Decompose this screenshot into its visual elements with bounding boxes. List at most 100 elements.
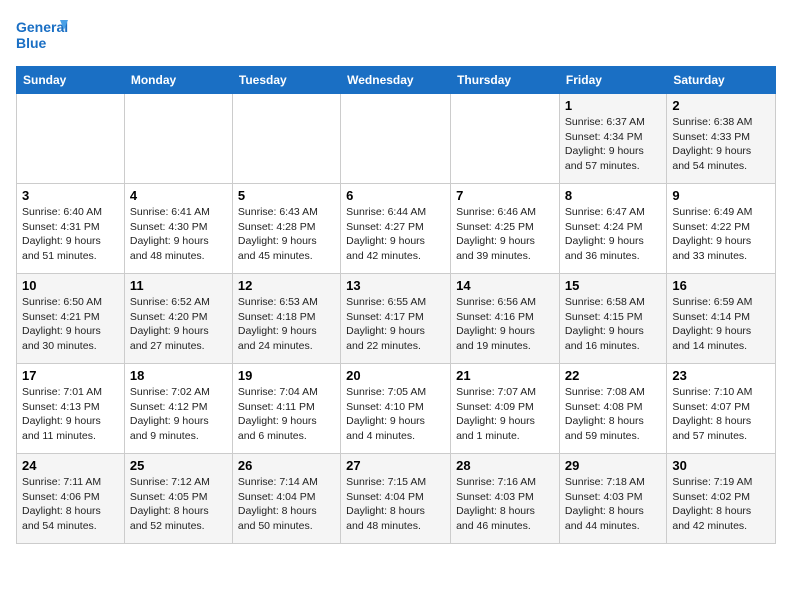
day-cell: 19 Sunrise: 7:04 AM Sunset: 4:11 PM Dayli… — [232, 364, 340, 454]
week-row-4: 17 Sunrise: 7:01 AM Sunset: 4:13 PM Dayli… — [17, 364, 776, 454]
day-info: Sunrise: 7:16 AM Sunset: 4:03 PM Dayligh… — [456, 475, 554, 534]
svg-text:General: General — [16, 19, 68, 35]
day-cell: 21 Sunrise: 7:07 AM Sunset: 4:09 PM Dayli… — [451, 364, 560, 454]
day-cell: 8 Sunrise: 6:47 AM Sunset: 4:24 PM Daylig… — [559, 184, 666, 274]
day-info: Sunrise: 7:15 AM Sunset: 4:04 PM Dayligh… — [346, 475, 445, 534]
day-info: Sunrise: 7:19 AM Sunset: 4:02 PM Dayligh… — [672, 475, 770, 534]
day-cell: 7 Sunrise: 6:46 AM Sunset: 4:25 PM Daylig… — [451, 184, 560, 274]
day-number: 17 — [22, 368, 119, 383]
day-cell: 9Sunrise: 6:49 AM Sunset: 4:22 PM Daylig… — [667, 184, 776, 274]
weekday-header-monday: Monday — [124, 67, 232, 94]
day-number: 19 — [238, 368, 335, 383]
day-number: 18 — [130, 368, 227, 383]
calendar-body: 1 Sunrise: 6:37 AM Sunset: 4:34 PM Daylig… — [17, 94, 776, 544]
weekday-header-tuesday: Tuesday — [232, 67, 340, 94]
day-cell: 30 Sunrise: 7:19 AM Sunset: 4:02 PM Dayli… — [667, 454, 776, 544]
day-cell: 17 Sunrise: 7:01 AM Sunset: 4:13 PM Dayli… — [17, 364, 125, 454]
weekday-header-wednesday: Wednesday — [341, 67, 451, 94]
day-cell: 29 Sunrise: 7:18 AM Sunset: 4:03 PM Dayli… — [559, 454, 666, 544]
day-number: 6 — [346, 188, 445, 203]
day-cell: 6 Sunrise: 6:44 AM Sunset: 4:27 PM Daylig… — [341, 184, 451, 274]
page-header: General Blue — [16, 16, 776, 54]
logo: General Blue — [16, 16, 68, 54]
day-cell: 23 Sunrise: 7:10 AM Sunset: 4:07 PM Dayli… — [667, 364, 776, 454]
week-row-2: 3 Sunrise: 6:40 AM Sunset: 4:31 PM Daylig… — [17, 184, 776, 274]
day-cell — [124, 94, 232, 184]
day-cell: 4Sunrise: 6:41 AM Sunset: 4:30 PM Daylig… — [124, 184, 232, 274]
day-cell — [17, 94, 125, 184]
day-cell — [232, 94, 340, 184]
day-info: Sunrise: 6:40 AM Sunset: 4:31 PM Dayligh… — [22, 205, 119, 264]
day-info: Sunrise: 7:07 AM Sunset: 4:09 PM Dayligh… — [456, 385, 554, 444]
day-number: 27 — [346, 458, 445, 473]
day-info: Sunrise: 6:47 AM Sunset: 4:24 PM Dayligh… — [565, 205, 661, 264]
day-info: Sunrise: 7:10 AM Sunset: 4:07 PM Dayligh… — [672, 385, 770, 444]
day-info: Sunrise: 7:01 AM Sunset: 4:13 PM Dayligh… — [22, 385, 119, 444]
day-info: Sunrise: 6:55 AM Sunset: 4:17 PM Dayligh… — [346, 295, 445, 354]
day-cell: 26Sunrise: 7:14 AM Sunset: 4:04 PM Dayli… — [232, 454, 340, 544]
day-number: 22 — [565, 368, 661, 383]
day-info: Sunrise: 6:44 AM Sunset: 4:27 PM Dayligh… — [346, 205, 445, 264]
calendar-table: SundayMondayTuesdayWednesdayThursdayFrid… — [16, 66, 776, 544]
day-number: 20 — [346, 368, 445, 383]
day-info: Sunrise: 7:08 AM Sunset: 4:08 PM Dayligh… — [565, 385, 661, 444]
day-info: Sunrise: 6:37 AM Sunset: 4:34 PM Dayligh… — [565, 115, 661, 174]
day-number: 2 — [672, 98, 770, 113]
day-info: Sunrise: 7:05 AM Sunset: 4:10 PM Dayligh… — [346, 385, 445, 444]
day-number: 15 — [565, 278, 661, 293]
day-info: Sunrise: 6:41 AM Sunset: 4:30 PM Dayligh… — [130, 205, 227, 264]
day-number: 7 — [456, 188, 554, 203]
day-info: Sunrise: 7:11 AM Sunset: 4:06 PM Dayligh… — [22, 475, 119, 534]
day-number: 21 — [456, 368, 554, 383]
day-cell: 27 Sunrise: 7:15 AM Sunset: 4:04 PM Dayli… — [341, 454, 451, 544]
day-number: 30 — [672, 458, 770, 473]
day-cell: 15Sunrise: 6:58 AM Sunset: 4:15 PM Dayli… — [559, 274, 666, 364]
day-info: Sunrise: 6:59 AM Sunset: 4:14 PM Dayligh… — [672, 295, 770, 354]
day-cell: 11 Sunrise: 6:52 AM Sunset: 4:20 PM Dayli… — [124, 274, 232, 364]
day-number: 5 — [238, 188, 335, 203]
weekday-header-thursday: Thursday — [451, 67, 560, 94]
day-number: 12 — [238, 278, 335, 293]
svg-text:Blue: Blue — [16, 35, 47, 51]
day-info: Sunrise: 6:43 AM Sunset: 4:28 PM Dayligh… — [238, 205, 335, 264]
day-number: 16 — [672, 278, 770, 293]
day-number: 9 — [672, 188, 770, 203]
day-info: Sunrise: 7:12 AM Sunset: 4:05 PM Dayligh… — [130, 475, 227, 534]
day-info: Sunrise: 7:18 AM Sunset: 4:03 PM Dayligh… — [565, 475, 661, 534]
day-info: Sunrise: 7:02 AM Sunset: 4:12 PM Dayligh… — [130, 385, 227, 444]
day-cell: 28Sunrise: 7:16 AM Sunset: 4:03 PM Dayli… — [451, 454, 560, 544]
day-number: 1 — [565, 98, 661, 113]
day-info: Sunrise: 6:46 AM Sunset: 4:25 PM Dayligh… — [456, 205, 554, 264]
week-row-1: 1 Sunrise: 6:37 AM Sunset: 4:34 PM Daylig… — [17, 94, 776, 184]
day-cell: 25Sunrise: 7:12 AM Sunset: 4:05 PM Dayli… — [124, 454, 232, 544]
day-cell: 3 Sunrise: 6:40 AM Sunset: 4:31 PM Daylig… — [17, 184, 125, 274]
week-row-3: 10 Sunrise: 6:50 AM Sunset: 4:21 PM Dayli… — [17, 274, 776, 364]
day-number: 11 — [130, 278, 227, 293]
day-number: 29 — [565, 458, 661, 473]
day-cell: 13 Sunrise: 6:55 AM Sunset: 4:17 PM Dayli… — [341, 274, 451, 364]
weekday-header-saturday: Saturday — [667, 67, 776, 94]
day-number: 23 — [672, 368, 770, 383]
day-cell: 22 Sunrise: 7:08 AM Sunset: 4:08 PM Dayli… — [559, 364, 666, 454]
day-info: Sunrise: 6:50 AM Sunset: 4:21 PM Dayligh… — [22, 295, 119, 354]
day-info: Sunrise: 7:14 AM Sunset: 4:04 PM Dayligh… — [238, 475, 335, 534]
weekday-header-friday: Friday — [559, 67, 666, 94]
day-number: 8 — [565, 188, 661, 203]
logo-svg: General Blue — [16, 16, 68, 54]
day-info: Sunrise: 7:04 AM Sunset: 4:11 PM Dayligh… — [238, 385, 335, 444]
day-number: 10 — [22, 278, 119, 293]
day-cell: 10 Sunrise: 6:50 AM Sunset: 4:21 PM Dayli… — [17, 274, 125, 364]
day-cell: 5 Sunrise: 6:43 AM Sunset: 4:28 PM Daylig… — [232, 184, 340, 274]
day-cell: 20 Sunrise: 7:05 AM Sunset: 4:10 PM Dayli… — [341, 364, 451, 454]
day-info: Sunrise: 6:56 AM Sunset: 4:16 PM Dayligh… — [456, 295, 554, 354]
day-number: 14 — [456, 278, 554, 293]
day-cell: 16 Sunrise: 6:59 AM Sunset: 4:14 PM Dayli… — [667, 274, 776, 364]
day-cell: 14 Sunrise: 6:56 AM Sunset: 4:16 PM Dayli… — [451, 274, 560, 364]
day-number: 13 — [346, 278, 445, 293]
day-cell: 12Sunrise: 6:53 AM Sunset: 4:18 PM Dayli… — [232, 274, 340, 364]
weekday-row: SundayMondayTuesdayWednesdayThursdayFrid… — [17, 67, 776, 94]
day-cell: 24Sunrise: 7:11 AM Sunset: 4:06 PM Dayli… — [17, 454, 125, 544]
day-number: 3 — [22, 188, 119, 203]
day-cell: 18 Sunrise: 7:02 AM Sunset: 4:12 PM Dayli… — [124, 364, 232, 454]
day-info: Sunrise: 6:52 AM Sunset: 4:20 PM Dayligh… — [130, 295, 227, 354]
